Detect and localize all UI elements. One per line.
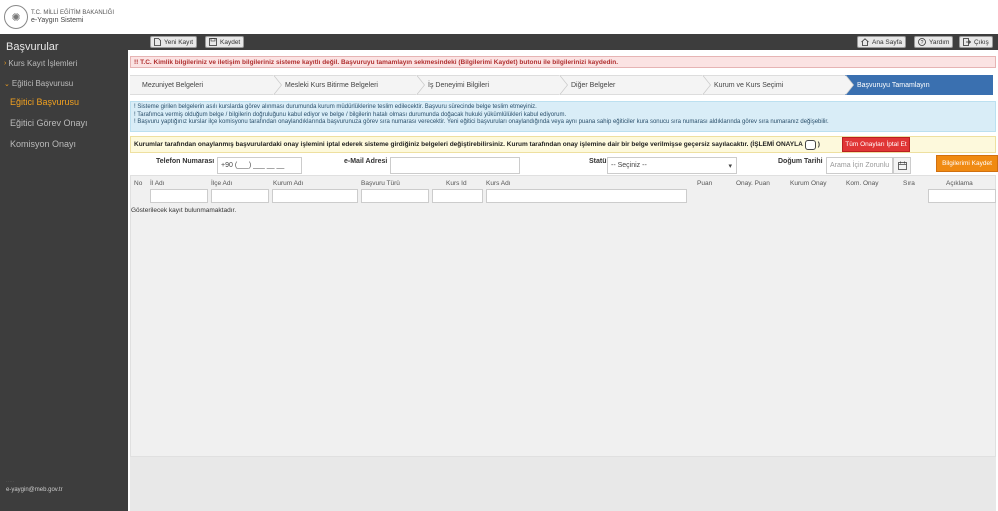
approve-checkbox[interactable]: [804, 139, 816, 150]
phone-label: Telefon Numarası: [156, 158, 215, 165]
calendar-button[interactable]: [893, 157, 911, 174]
logo[interactable]: ✺ T.C. MİLLİ EĞİTİM BAKANLIĞI e-Yaygın S…: [0, 0, 118, 34]
filter-basvuru-turu[interactable]: [361, 189, 429, 203]
status-label: Statü: [589, 158, 607, 165]
step-basvuruyu-tamamlayin[interactable]: Başvuruyu Tamamlayın: [845, 75, 993, 95]
col-header-aciklama[interactable]: Açıklama: [946, 180, 973, 187]
col-header-kurs-id[interactable]: Kurs Id: [446, 180, 467, 187]
birth-date-label: Doğum Tarihi: [778, 158, 823, 165]
logo-line2: e-Yaygın Sistemi: [31, 17, 84, 24]
logo-line1: T.C. MİLLİ EĞİTİM BAKANLIĞI: [31, 10, 115, 16]
wizard-steps: Mezuniyet Belgeleri Mesleki Kurs Bitirme…: [130, 75, 996, 95]
filter-kurs-id[interactable]: [432, 189, 483, 203]
col-header-sira[interactable]: Sıra: [903, 180, 915, 187]
step-mesleki-kurs[interactable]: Mesleki Kurs Bitirme Belgeleri: [273, 75, 425, 95]
filter-il[interactable]: [150, 189, 208, 203]
svg-text:?: ?: [921, 40, 924, 46]
step-is-deneyimi[interactable]: İş Deneyimi Bilgileri: [416, 75, 568, 95]
home-button[interactable]: Ana Sayfa: [857, 36, 906, 48]
email-input[interactable]: [390, 157, 520, 174]
birth-date-input[interactable]: Arama İçin Zorunlu: [826, 157, 893, 174]
col-header-kom-onay[interactable]: Kom. Onay: [846, 180, 879, 187]
filter-aciklama[interactable]: [928, 189, 996, 203]
col-header-ilce[interactable]: İlçe Adı: [211, 180, 232, 187]
email-label: e-Mail Adresi: [344, 158, 388, 165]
chevron-right-icon: ›: [4, 60, 7, 67]
registration-alert: !! T.C. Kimlik bilgileriniz ve iletişim …: [130, 56, 996, 68]
info-box: ! Sisteme girilen belgelerin asılı kursl…: [130, 101, 996, 132]
sidebar-sub-egitici-gorev-onayi[interactable]: Eğitici Görev Onayı: [10, 118, 88, 128]
col-header-kurs-adi[interactable]: Kurs Adı: [486, 180, 511, 187]
filter-ilce[interactable]: [211, 189, 269, 203]
step-mezuniyet[interactable]: Mezuniyet Belgeleri: [130, 75, 282, 95]
help-button[interactable]: ? Yardım: [914, 36, 954, 48]
new-document-icon: [154, 38, 161, 46]
sidebar-sub-egitici-basvurusu[interactable]: Eğitici Başvurusu: [10, 97, 79, 107]
grid-footer: [130, 457, 996, 511]
empty-message: Gösterilecek kayıt bulunmamaktadır.: [131, 207, 237, 214]
new-record-button[interactable]: Yeni Kayıt: [150, 36, 198, 48]
exit-button[interactable]: Çıkış: [959, 36, 993, 48]
help-icon: ?: [918, 38, 926, 46]
step-kurum-kurs-secimi[interactable]: Kurum ve Kurs Seçimi: [702, 75, 854, 95]
exit-icon: [963, 38, 971, 46]
filter-kurs-adi[interactable]: [486, 189, 687, 203]
col-header-il[interactable]: İl Adı: [150, 180, 164, 187]
save-button[interactable]: Kaydet: [205, 36, 245, 48]
toolbar: Yeni Kayıt Kaydet Ana Sayfa ? Yardım Çık…: [128, 34, 998, 50]
meb-seal-icon: ✺: [4, 5, 28, 29]
caret-down-icon: ▾: [728, 162, 732, 170]
sidebar-item-egitici-basvurusu[interactable]: ⌄ Eğitici Başvurusu: [4, 79, 73, 88]
save-disk-icon: [209, 38, 217, 46]
applications-grid: [130, 175, 996, 457]
sidebar-item-kurs-kayit[interactable]: › Kurs Kayıt İşlemleri: [4, 59, 77, 68]
status-select[interactable]: -- Seçiniz -- ▾: [607, 157, 737, 174]
calendar-icon: [897, 161, 907, 170]
step-diger-belgeler[interactable]: Diğer Belgeler: [559, 75, 711, 95]
sidebar-sub-komisyon-onayi[interactable]: Komisyon Onayı: [10, 139, 76, 149]
phone-input[interactable]: +90 (___) ___ __ __: [217, 157, 302, 174]
home-icon: [861, 38, 869, 46]
col-header-no[interactable]: No: [134, 180, 142, 187]
sidebar-title: Başvurular: [6, 41, 59, 53]
sidebar: ✺ T.C. MİLLİ EĞİTİM BAKANLIĞI e-Yaygın S…: [0, 0, 128, 511]
chevron-down-icon: ⌄: [4, 80, 10, 88]
col-header-kurum-onay[interactable]: Kurum Onay: [790, 180, 827, 187]
user-email: ····· e-yaygin@meb.gov.tr: [6, 479, 63, 493]
header-blank: [118, 0, 998, 34]
col-header-basvuru-turu[interactable]: Başvuru Türü: [361, 180, 400, 187]
col-header-kurum[interactable]: Kurum Adı: [273, 180, 303, 187]
col-header-puan[interactable]: Puan: [697, 180, 712, 187]
filter-kurum[interactable]: [272, 189, 358, 203]
col-header-onay-puan[interactable]: Onay. Puan: [736, 180, 770, 187]
cancel-all-approvals-button[interactable]: Tüm Onayları İptal Et: [842, 137, 910, 152]
save-info-button[interactable]: Bilgilerimi Kaydet: [936, 155, 998, 172]
